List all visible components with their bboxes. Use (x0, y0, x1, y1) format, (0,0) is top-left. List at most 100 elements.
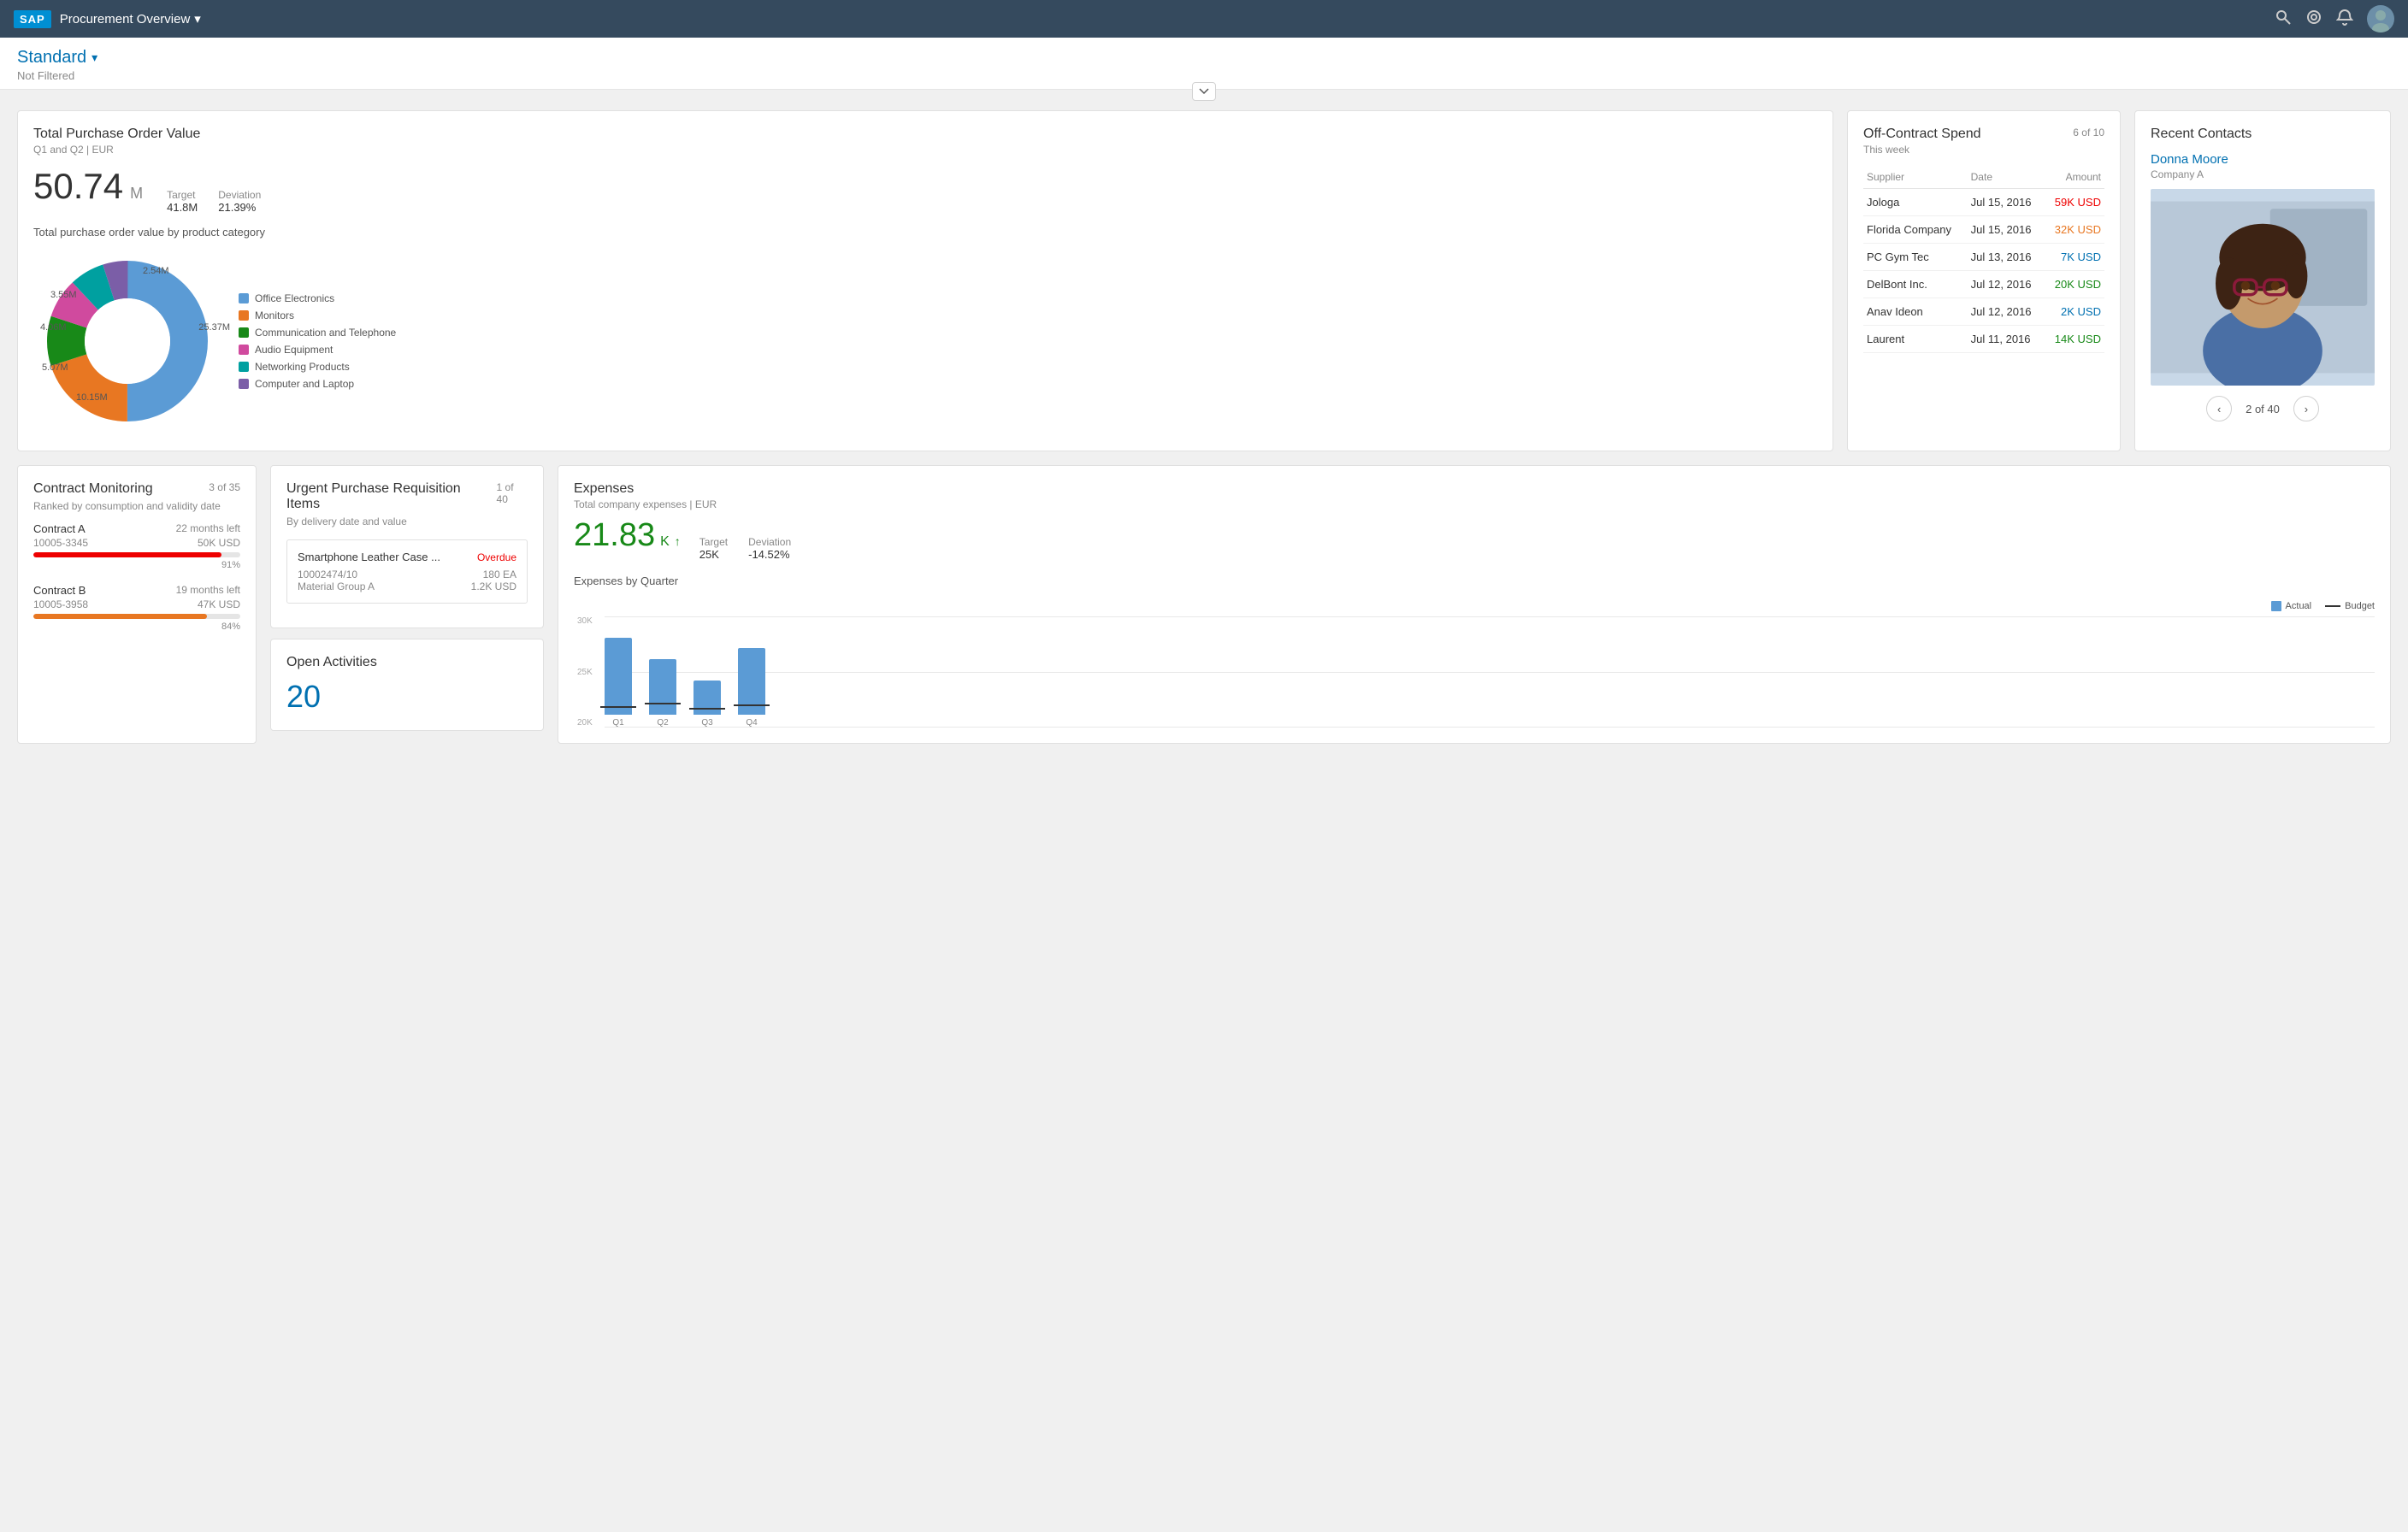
table-row: Jologa Jul 15, 2016 59K USD (1863, 189, 2104, 216)
table-row: Laurent Jul 11, 2016 14K USD (1863, 326, 2104, 353)
expenses-unit: K (660, 534, 670, 550)
table-row: DelBont Inc. Jul 12, 2016 20K USD (1863, 271, 2104, 298)
bar-chart-title: Expenses by Quarter (574, 574, 2375, 587)
bar-chart: 30K 25K 20K Q1 (574, 616, 2375, 728)
donut-container: 2.54M 3.55M 4.06M 5.07M 10.15M 25.37M Of… (33, 247, 1817, 435)
open-act-value: 20 (286, 679, 321, 714)
contract-value: 50K USD (198, 537, 240, 549)
contact-nav-text: 2 of 40 (2246, 403, 2280, 415)
po-card-title: Total Purchase Order Value (33, 127, 1817, 142)
legend-item-comm: Communication and Telephone (239, 327, 396, 339)
legend-budget-line (2325, 605, 2340, 607)
collapse-button[interactable] (1192, 82, 1216, 101)
sap-logo: SAP (14, 10, 51, 28)
search-icon[interactable] (2275, 9, 2292, 30)
contact-next-button[interactable]: › (2293, 396, 2319, 421)
donut-chart-title: Total purchase order value by product ca… (33, 226, 1817, 239)
progress-bar-b (33, 614, 240, 619)
progress-fill-a (33, 552, 221, 557)
ofc-table: Supplier Date Amount Jologa Jul 15, 2016… (1863, 166, 2104, 353)
pr-detail-row2: Material Group A 1.2K USD (298, 580, 516, 592)
cm-title: Contract Monitoring (33, 481, 153, 497)
contract-months-b: 19 months left (176, 584, 240, 597)
table-row: Anav Ideon Jul 12, 2016 2K USD (1863, 298, 2104, 326)
deviation-label: Deviation (218, 189, 261, 201)
contract-id-b: 10005-3958 (33, 598, 88, 610)
expenses-value: 21.83 (574, 517, 655, 554)
top-navigation: SAP Procurement Overview (0, 0, 2408, 38)
upr-header: Urgent Purchase Requisition Items 1 of 4… (286, 481, 528, 514)
filter-status: Not Filtered (17, 69, 2391, 82)
pr-id: 10002474/10 (298, 569, 357, 580)
bar-q2 (649, 659, 676, 715)
exp-deviation-label: Deviation (748, 536, 791, 548)
cm-count: 3 of 35 (209, 481, 240, 498)
view-selector[interactable]: Standard ▾ (17, 48, 2391, 68)
donut-chart: 2.54M 3.55M 4.06M 5.07M 10.15M 25.37M (33, 247, 221, 435)
open-activities-card: Open Activities 20 (270, 639, 544, 731)
donut-legend: Office Electronics Monitors Communicatio… (239, 292, 396, 390)
settings-icon[interactable] (2305, 9, 2322, 30)
topnav-right (2275, 5, 2394, 32)
user-avatar[interactable] (2367, 5, 2394, 32)
recent-contacts-card: Recent Contacts Donna Moore Company A (2134, 110, 2391, 451)
view-dropdown-icon[interactable]: ▾ (91, 50, 97, 65)
legend-item-audio: Audio Equipment (239, 344, 396, 356)
legend-budget: Budget (2325, 601, 2375, 611)
expenses-arrow: ↑ (675, 534, 681, 548)
bar-chart-legend: Actual Budget (2271, 601, 2375, 611)
progress-pct-a: 91% (33, 560, 240, 570)
expenses-subtitle: Total company expenses | EUR (574, 498, 2375, 510)
legend-actual-bar (2271, 601, 2281, 611)
bar-group-q1: Q1 (605, 638, 632, 728)
urgent-pr-card: Urgent Purchase Requisition Items 1 of 4… (270, 465, 544, 628)
legend-actual: Actual (2271, 601, 2312, 611)
y-label-20k: 20K (577, 718, 593, 728)
pr-qty: 180 EA (483, 569, 516, 580)
pr-overdue-badge: Overdue (477, 551, 516, 563)
budget-line-q2 (645, 703, 681, 704)
po-unit: M (130, 185, 143, 203)
pr-item-title: Smartphone Leather Case ... (298, 551, 440, 563)
contact-name[interactable]: Donna Moore (2151, 152, 2375, 167)
open-act-title: Open Activities (286, 655, 377, 670)
table-row: Florida Company Jul 15, 2016 32K USD (1863, 216, 2104, 244)
legend-item-monitors: Monitors (239, 309, 396, 321)
exp-target-value: 25K (699, 548, 728, 561)
col-supplier: Supplier (1863, 166, 1968, 189)
progress-bar-a (33, 552, 240, 557)
off-contract-card: Off-Contract Spend 6 of 10 This week Sup… (1847, 110, 2121, 451)
target-label: Target (167, 189, 198, 201)
pr-detail-row1: 10002474/10 180 EA (298, 569, 516, 580)
upr-subtitle: By delivery date and value (286, 516, 528, 527)
legend-item-networking: Networking Products (239, 361, 396, 373)
bar-group-q3: Q3 (693, 681, 721, 728)
open-act-header: Open Activities (286, 655, 528, 672)
budget-line-q3 (689, 708, 725, 710)
title-dropdown-icon[interactable] (194, 11, 201, 27)
bar-q1 (605, 638, 632, 715)
contract-item: Contract A 22 months left 10005-3345 50K… (33, 522, 240, 570)
po-value: 50.74 (33, 166, 123, 207)
expenses-title: Expenses (574, 481, 2375, 497)
y-axis: 30K 25K 20K (574, 616, 596, 728)
app-title: Procurement Overview (60, 11, 201, 27)
cm-header: Contract Monitoring 3 of 35 (33, 481, 240, 498)
bar-group-q2: Q2 (649, 659, 676, 728)
contract-item: Contract B 19 months left 10005-3958 47K… (33, 584, 240, 632)
progress-fill-b (33, 614, 207, 619)
contract-id: 10005-3345 (33, 537, 88, 549)
expenses-card: Expenses Total company expenses | EUR 21… (558, 465, 2391, 744)
y-label-25k: 25K (577, 668, 593, 677)
contacts-title: Recent Contacts (2151, 127, 2375, 142)
pr-material-group: Material Group A (298, 580, 375, 592)
contact-prev-button[interactable]: ‹ (2206, 396, 2232, 421)
target-value: 41.8M (167, 201, 198, 214)
contact-photo (2151, 189, 2375, 386)
contact-company: Company A (2151, 168, 2375, 180)
bar-group-q4: Q4 (738, 648, 765, 728)
bell-icon[interactable] (2336, 9, 2353, 30)
bar-q4 (738, 648, 765, 715)
legend-item-computer: Computer and Laptop (239, 378, 396, 390)
ofc-title: Off-Contract Spend (1863, 127, 1981, 142)
